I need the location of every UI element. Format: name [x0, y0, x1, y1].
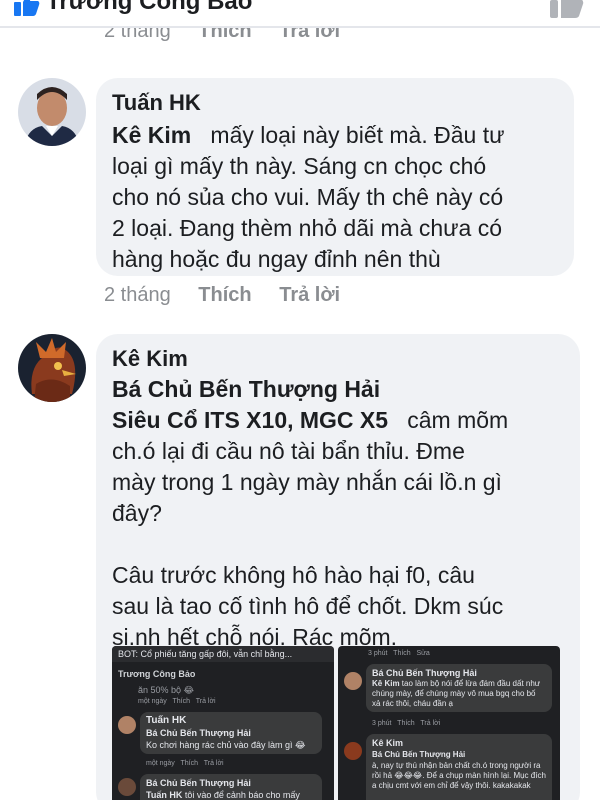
comment-text: Bá Chủ Bến Thượng Hải Siêu Cổ ITS X10, M… — [112, 374, 574, 653]
reply-link[interactable]: Trả lời — [279, 28, 340, 43]
avatar — [118, 778, 136, 796]
comment-author[interactable]: Tuấn HK — [112, 90, 201, 116]
previous-comment-meta: 2 tháng Thích Trả lời — [104, 28, 362, 52]
mention-link[interactable]: Kê Kim — [112, 122, 191, 148]
like-link[interactable]: Thích — [198, 28, 251, 43]
comment-bubble: Kê Kim Bá Chủ Bến Thượng Hải Siêu Cổ ITS… — [96, 334, 580, 800]
like-link[interactable]: Thích — [198, 284, 251, 306]
comment-time: 2 tháng — [104, 28, 171, 42]
embedded-topbar: BOT: Cổ phiếu tăng gấp đôi, vẫn chỉ bằng… — [118, 649, 293, 659]
page-name[interactable]: Trương Công Bảo — [46, 0, 252, 16]
comment-time: 2 tháng — [104, 284, 171, 306]
attached-screenshot[interactable]: 3 phút Thích Sửa Bá Chủ Bến Thượng Hải K… — [338, 646, 560, 800]
mention-link[interactable]: Bá Chủ Bến Thượng Hải — [112, 374, 574, 405]
thumbs-up-icon[interactable] — [550, 0, 584, 18]
reply-link[interactable]: Trả lời — [279, 284, 340, 306]
post-header: Trương Công Bảo — [0, 0, 600, 26]
avatar — [118, 716, 136, 734]
embedded-page-name: Trương Công Bảo — [118, 669, 196, 679]
comment-text: Kê Kim mấy loại này biết mà. Đầu tư loại… — [112, 122, 505, 272]
avatar — [344, 742, 362, 760]
avatar[interactable] — [18, 334, 86, 402]
avatar[interactable] — [18, 78, 86, 146]
avatar — [344, 672, 362, 690]
comment-author[interactable]: Kê Kim — [112, 346, 188, 372]
like-icon — [14, 0, 40, 16]
mention-link[interactable]: Siêu Cổ ITS X10, MGC X5 — [112, 407, 388, 433]
comment-bubble: Tuấn HK Kê Kim mấy loại này biết mà. Đầu… — [96, 78, 574, 276]
comment-meta: 2 tháng Thích Trả lời — [104, 284, 362, 307]
comment-thread: Trương Công Bảo 2 tháng Thích Trả lời Tu… — [0, 0, 600, 800]
attached-screenshot[interactable]: BOT: Cổ phiếu tăng gấp đôi, vẫn chỉ bằng… — [112, 646, 334, 800]
